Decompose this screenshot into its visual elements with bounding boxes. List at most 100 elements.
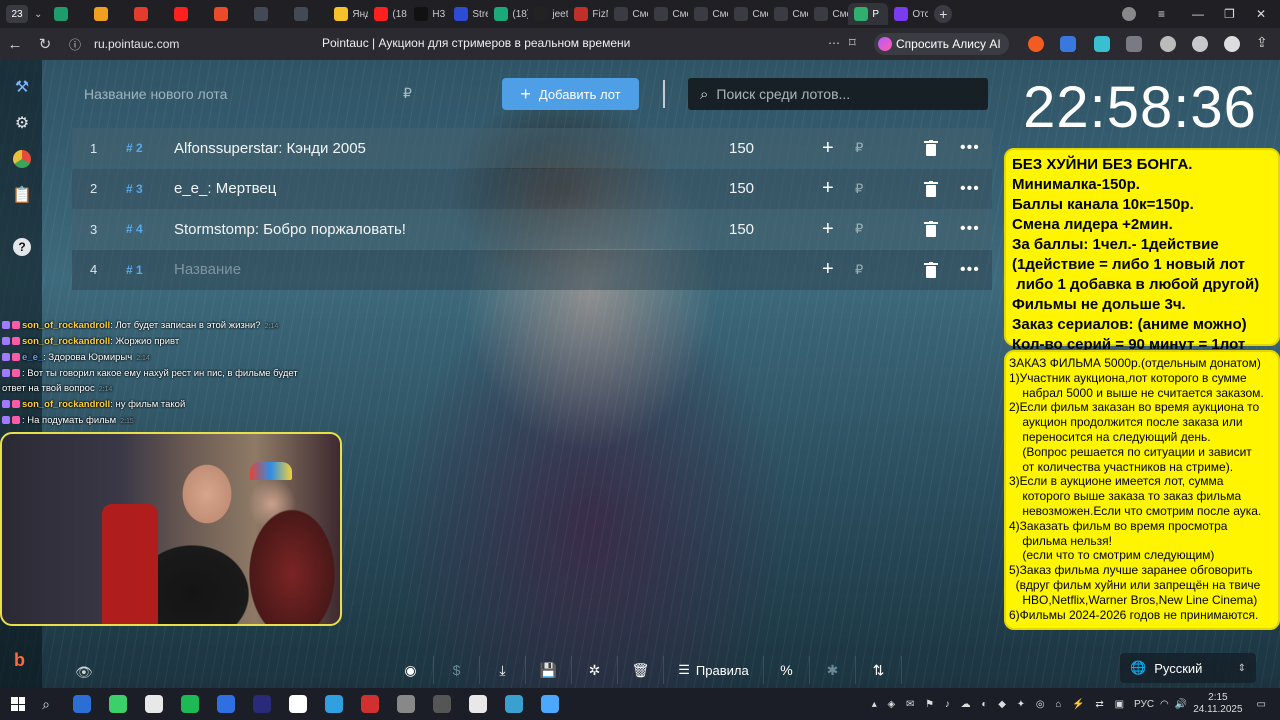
bookmark-icon[interactable]: ⌑ xyxy=(849,35,856,51)
bug-icon[interactable]: ✲ xyxy=(572,656,618,684)
browser-tab[interactable]: Смс xyxy=(808,3,848,25)
trash-icon[interactable]: 🗑 xyxy=(618,656,664,684)
browser-tab[interactable]: Смс xyxy=(728,3,768,25)
extension-icon[interactable] xyxy=(1094,36,1110,52)
taskbar-app-icon[interactable] xyxy=(532,688,568,720)
dollar-icon[interactable]: $ xyxy=(434,656,480,684)
browser-tab[interactable] xyxy=(48,3,88,25)
share-icon[interactable]: ⇪ xyxy=(1256,34,1268,51)
delete-lot-icon[interactable] xyxy=(924,180,938,197)
language-select[interactable]: 🌐 Русский ⇕ xyxy=(1120,653,1256,683)
site-info-icon[interactable]: ⓘ xyxy=(60,36,90,53)
browser-tab[interactable]: jeet xyxy=(528,3,568,25)
chat-username[interactable]: son_of_rockandroll xyxy=(22,336,110,347)
shuffle-icon[interactable]: ✱ xyxy=(810,656,856,684)
download-icon[interactable] xyxy=(1192,36,1208,52)
lot-more-icon[interactable]: ••• xyxy=(960,261,980,279)
delete-lot-icon[interactable] xyxy=(924,261,938,278)
percent-icon[interactable]: % xyxy=(764,656,810,684)
taskbar-app-icon[interactable] xyxy=(424,688,460,720)
browser-tab[interactable] xyxy=(88,3,128,25)
taskbar-app-icon[interactable] xyxy=(64,688,100,720)
close-icon[interactable]: ✕ xyxy=(1256,0,1266,28)
taskbar-app-icon[interactable] xyxy=(460,688,496,720)
taskbar-app-icon[interactable] xyxy=(172,688,208,720)
gear-icon[interactable]: ⚙ xyxy=(11,112,33,134)
browser-tab[interactable]: Смс xyxy=(688,3,728,25)
taskbar-app-icon[interactable] xyxy=(100,688,136,720)
media-icon[interactable] xyxy=(1224,36,1240,52)
delete-lot-icon[interactable] xyxy=(924,221,938,237)
taskbar-app-icon[interactable] xyxy=(208,688,244,720)
browser-tab[interactable]: (18 xyxy=(368,3,408,25)
browser-tab[interactable] xyxy=(168,3,208,25)
browser-tab[interactable]: Отс xyxy=(888,3,928,25)
browser-tab[interactable]: Смс xyxy=(768,3,808,25)
windows-start-icon[interactable] xyxy=(0,688,36,720)
browser-tab[interactable]: Stre xyxy=(448,3,488,25)
taskbar-app-icon[interactable] xyxy=(388,688,424,720)
url-text[interactable]: ru.pointauc.com xyxy=(94,37,179,51)
back-arrow-icon[interactable]: ← xyxy=(0,36,30,53)
taskbar-app-icon[interactable] xyxy=(280,688,316,720)
browser-tab[interactable] xyxy=(208,3,248,25)
taskbar-app-icon[interactable] xyxy=(352,688,388,720)
minimize-icon[interactable]: — xyxy=(1192,0,1204,28)
github-icon[interactable]: ◉ xyxy=(388,656,434,684)
browser-tab[interactable]: Смс xyxy=(608,3,648,25)
download-icon[interactable]: ⤓ xyxy=(480,656,526,684)
browser-tab[interactable]: FizN xyxy=(568,3,608,25)
browser-tab[interactable] xyxy=(128,3,168,25)
new-lot-name-input[interactable] xyxy=(72,78,432,110)
taskbar-app-icon[interactable] xyxy=(316,688,352,720)
browser-tab[interactable] xyxy=(248,3,288,25)
help-icon[interactable]: ? xyxy=(11,236,33,258)
lot-name[interactable]: Stormstomp: Бобро поржаловать! xyxy=(174,221,406,238)
adblock-icon[interactable] xyxy=(1160,36,1176,52)
translate-icon[interactable] xyxy=(1060,36,1076,52)
chat-username[interactable]: son_of_rockandroll xyxy=(22,399,110,410)
lot-search[interactable]: ⌕ xyxy=(688,78,988,110)
pie-chart-icon[interactable] xyxy=(11,148,33,170)
new-tab-button[interactable]: + xyxy=(934,5,953,23)
browser-tab[interactable]: Смс xyxy=(648,3,688,25)
browser-tab[interactable]: P xyxy=(848,3,889,25)
add-amount-icon[interactable]: + xyxy=(822,177,834,200)
browser-tab[interactable]: (18) xyxy=(488,3,528,25)
taskbar-app-icon[interactable] xyxy=(496,688,532,720)
add-amount-icon[interactable]: + xyxy=(822,258,834,281)
clipboard-icon[interactable]: 📋 xyxy=(11,184,33,206)
tab-list-chevron-icon[interactable]: ⌄ xyxy=(28,3,48,25)
input-language[interactable]: РУС xyxy=(1134,699,1154,710)
taskbar-app-icon[interactable] xyxy=(244,688,280,720)
ask-alice-button[interactable]: Спросить Алису AI xyxy=(874,33,1009,55)
add-lot-button[interactable]: + Добавить лот xyxy=(502,78,639,110)
more-dots-icon[interactable]: ⋯ xyxy=(828,36,840,50)
tab-counter[interactable]: 23 xyxy=(6,5,28,23)
glasses-icon[interactable] xyxy=(1126,36,1142,52)
taskbar-search-icon[interactable]: ⌕ xyxy=(36,688,56,720)
taskbar-app-icon[interactable] xyxy=(136,688,172,720)
restore-icon[interactable]: ❐ xyxy=(1224,0,1235,28)
rules-button[interactable]: ☰ Правила xyxy=(664,656,764,684)
lot-search-input[interactable] xyxy=(716,86,967,102)
pointauc-logo[interactable]: b xyxy=(14,650,25,671)
lot-more-icon[interactable]: ••• xyxy=(960,180,980,198)
chat-username[interactable]: son_of_rockandroll xyxy=(22,320,110,331)
lot-name[interactable]: e_e_: Мертвец xyxy=(174,180,276,197)
gavel-icon[interactable]: ⚒ xyxy=(11,76,33,98)
delete-lot-icon[interactable] xyxy=(924,140,938,156)
sort-icon[interactable]: ⇅ xyxy=(856,656,902,684)
lot-more-icon[interactable]: ••• xyxy=(960,139,980,157)
browser-tab[interactable] xyxy=(288,3,328,25)
reload-icon[interactable]: ↻ xyxy=(30,35,60,53)
save-icon[interactable]: 💾 xyxy=(526,656,572,684)
browser-tab[interactable]: Н3 xyxy=(408,3,448,25)
extension-icon[interactable] xyxy=(1028,36,1044,52)
lot-name[interactable]: Название xyxy=(174,261,241,278)
menu-icon[interactable]: ≡ xyxy=(1158,0,1165,28)
wifi-icon[interactable]: ◠ xyxy=(1160,699,1169,710)
lot-name[interactable]: Alfonssuperstar: Кэнди 2005 xyxy=(174,140,366,157)
eye-icon[interactable]: 👁 xyxy=(75,664,93,681)
notifications-icon[interactable]: ▭ xyxy=(1257,699,1266,710)
